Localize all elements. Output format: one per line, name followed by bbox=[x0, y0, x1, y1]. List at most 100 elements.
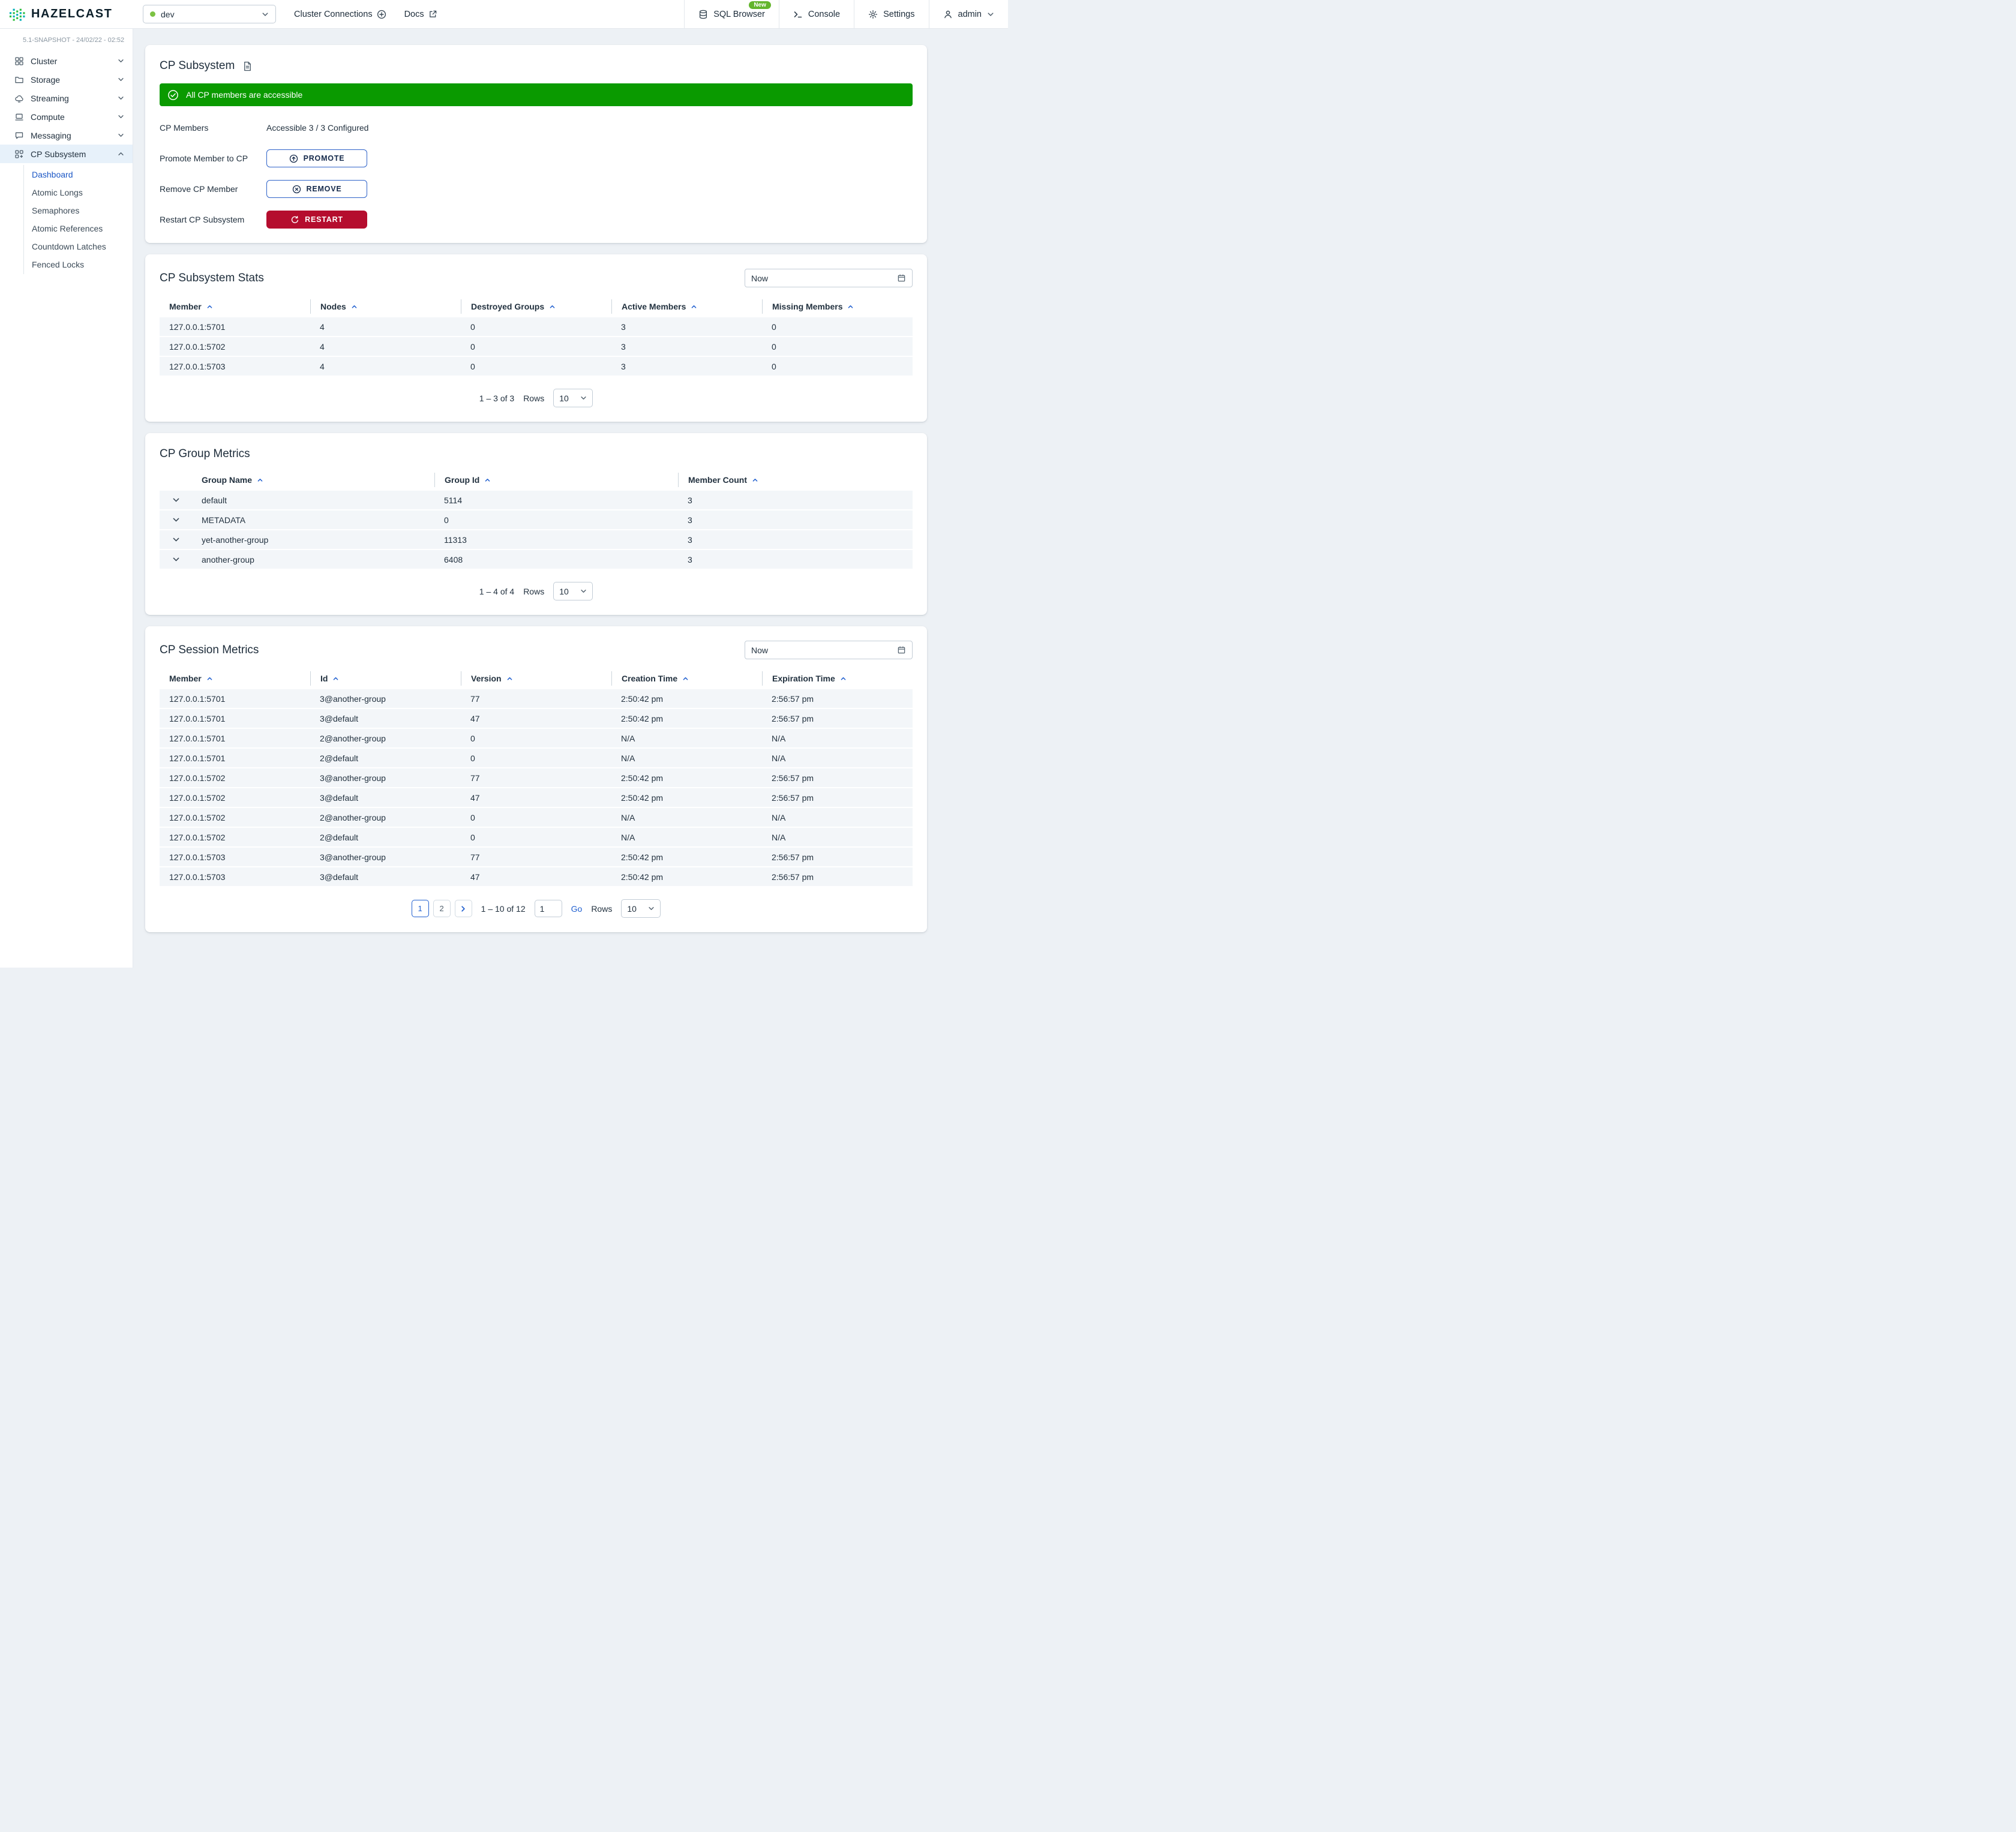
cell-version: 77 bbox=[461, 852, 611, 862]
cluster-status-dot bbox=[150, 11, 155, 17]
page-button-1[interactable]: 1 bbox=[412, 900, 429, 917]
column-header-expiration-time[interactable]: Expiration Time bbox=[762, 671, 913, 686]
column-header-nodes[interactable]: Nodes bbox=[310, 299, 461, 314]
cell-expiration-time: 2:56:57 pm bbox=[762, 714, 913, 723]
go-button[interactable]: Go bbox=[571, 904, 583, 914]
user-icon bbox=[943, 10, 953, 19]
sidebar-item-semaphores[interactable]: Semaphores bbox=[24, 202, 133, 220]
cluster-icon bbox=[14, 56, 24, 66]
remove-button[interactable]: REMOVE bbox=[266, 180, 367, 198]
sidebar-item-fenced-locks[interactable]: Fenced Locks bbox=[24, 256, 133, 274]
expand-row-button[interactable] bbox=[160, 555, 192, 563]
column-header-group-id[interactable]: Group Id bbox=[434, 473, 678, 487]
column-header-expander bbox=[160, 473, 192, 487]
top-bar-actions: New SQL Browser Console Settings admin bbox=[684, 0, 1008, 28]
sidebar-item-dashboard[interactable]: Dashboard bbox=[24, 166, 133, 184]
column-header-creation-time[interactable]: Creation Time bbox=[611, 671, 762, 686]
stats-time-filter[interactable]: Now bbox=[745, 269, 913, 287]
table-row: 127.0.0.1:5702 2@another-group 0 N/A N/A bbox=[160, 808, 913, 828]
version-label: 5.1-SNAPSHOT - 24/02/22 - 02:52 bbox=[0, 34, 133, 52]
page-size-select[interactable]: 10 bbox=[553, 582, 593, 600]
settings-button[interactable]: Settings bbox=[854, 0, 928, 28]
column-header-group-name[interactable]: Group Name bbox=[192, 473, 434, 487]
hazelcast-logo-icon bbox=[9, 6, 26, 23]
sidebar-item-storage[interactable]: Storage bbox=[0, 70, 133, 89]
column-header-destroyed-groups[interactable]: Destroyed Groups bbox=[461, 299, 611, 314]
expand-row-button[interactable] bbox=[160, 496, 192, 504]
column-header-member[interactable]: Member bbox=[160, 299, 310, 314]
rows-label: Rows bbox=[523, 587, 544, 596]
sidebar-item-countdown-latches[interactable]: Countdown Latches bbox=[24, 238, 133, 256]
column-header-member-count[interactable]: Member Count bbox=[678, 473, 913, 487]
table-row: METADATA 0 3 bbox=[160, 510, 913, 530]
column-header-missing-members[interactable]: Missing Members bbox=[762, 299, 913, 314]
page-button-2[interactable]: 2 bbox=[433, 900, 451, 917]
docs-link[interactable]: Docs bbox=[404, 0, 437, 28]
sidebar-item-atomic-longs[interactable]: Atomic Longs bbox=[24, 184, 133, 202]
cell-version: 47 bbox=[461, 872, 611, 882]
laptop-icon bbox=[14, 112, 24, 122]
cell-creation-time: N/A bbox=[611, 753, 762, 763]
expand-row-button[interactable] bbox=[160, 516, 192, 524]
cell-version: 47 bbox=[461, 793, 611, 803]
status-banner: All CP members are accessible bbox=[160, 83, 913, 106]
cell-member: 127.0.0.1:5702 bbox=[160, 773, 310, 783]
sessions-table-body: 127.0.0.1:5701 3@another-group 77 2:50:4… bbox=[160, 689, 913, 887]
page-title: CP Subsystem bbox=[160, 59, 235, 73]
promote-button[interactable]: PROMOTE bbox=[266, 149, 367, 167]
groups-table-body: default 5114 3 METADATA 0 3 bbox=[160, 491, 913, 570]
restart-button[interactable]: RESTART bbox=[266, 211, 367, 229]
cell-member: 127.0.0.1:5702 bbox=[160, 833, 310, 842]
cell-member: 127.0.0.1:5703 bbox=[160, 362, 310, 371]
sidebar-item-streaming[interactable]: Streaming bbox=[0, 89, 133, 107]
column-header-active-members[interactable]: Active Members bbox=[611, 299, 762, 314]
cell-id: 3@default bbox=[310, 793, 461, 803]
next-page-button[interactable] bbox=[455, 900, 472, 917]
column-header-id[interactable]: Id bbox=[310, 671, 461, 686]
cluster-connections-link[interactable]: Cluster Connections bbox=[294, 0, 386, 28]
page-size-value: 10 bbox=[559, 394, 569, 403]
sidebar-item-label: CP Subsystem bbox=[31, 149, 86, 159]
user-menu[interactable]: admin bbox=[929, 0, 1009, 28]
cell-creation-time: 2:50:42 pm bbox=[611, 793, 762, 803]
rows-label: Rows bbox=[591, 904, 612, 914]
sidebar-item-cluster[interactable]: Cluster bbox=[0, 52, 133, 70]
documentation-icon[interactable] bbox=[242, 61, 253, 71]
console-button[interactable]: Console bbox=[779, 0, 854, 28]
go-to-page-input[interactable] bbox=[535, 900, 562, 917]
page-size-select[interactable]: 10 bbox=[621, 899, 661, 918]
page-size-select[interactable]: 10 bbox=[553, 389, 593, 407]
cluster-select[interactable]: dev bbox=[143, 5, 276, 23]
cell-member: 127.0.0.1:5701 bbox=[160, 753, 310, 763]
table-row: 127.0.0.1:5702 3@another-group 77 2:50:4… bbox=[160, 768, 913, 788]
chevron-down-icon bbox=[987, 11, 994, 18]
sort-asc-icon bbox=[484, 477, 491, 483]
promote-row: Promote Member to CP PROMOTE bbox=[160, 149, 913, 167]
cell-member: 127.0.0.1:5702 bbox=[160, 342, 310, 352]
cluster-select-value: dev bbox=[161, 10, 175, 19]
cell-member: 127.0.0.1:5701 bbox=[160, 694, 310, 704]
table-row: 127.0.0.1:5701 2@another-group 0 N/A N/A bbox=[160, 729, 913, 749]
chevron-down-icon bbox=[648, 905, 655, 912]
column-header-member[interactable]: Member bbox=[160, 671, 310, 686]
sidebar-item-atomic-references[interactable]: Atomic References bbox=[24, 220, 133, 238]
sidebar-item-messaging[interactable]: Messaging bbox=[0, 126, 133, 145]
expand-row-button[interactable] bbox=[160, 536, 192, 543]
chevron-right-icon bbox=[460, 905, 467, 912]
cp-members-label: CP Members bbox=[160, 123, 266, 133]
cell-group-id: 11313 bbox=[434, 535, 678, 545]
sessions-time-filter[interactable]: Now bbox=[745, 641, 913, 659]
pagination-range: 1 – 4 of 4 bbox=[479, 587, 514, 596]
restart-button-label: RESTART bbox=[305, 215, 343, 224]
column-header-version[interactable]: Version bbox=[461, 671, 611, 686]
sql-browser-button[interactable]: New SQL Browser bbox=[684, 0, 779, 28]
cell-nodes: 4 bbox=[310, 362, 461, 371]
top-bar: HAZELCAST dev Cluster Connections Docs N… bbox=[0, 0, 1008, 29]
sidebar-item-label: Streaming bbox=[31, 94, 69, 103]
table-row: default 5114 3 bbox=[160, 491, 913, 510]
table-row: 127.0.0.1:5703 3@another-group 77 2:50:4… bbox=[160, 848, 913, 867]
sidebar-item-compute[interactable]: Compute bbox=[0, 107, 133, 126]
cell-active-members: 3 bbox=[611, 362, 762, 371]
sidebar-item-cp-subsystem[interactable]: CP Subsystem bbox=[0, 145, 133, 163]
cell-nodes: 4 bbox=[310, 342, 461, 352]
